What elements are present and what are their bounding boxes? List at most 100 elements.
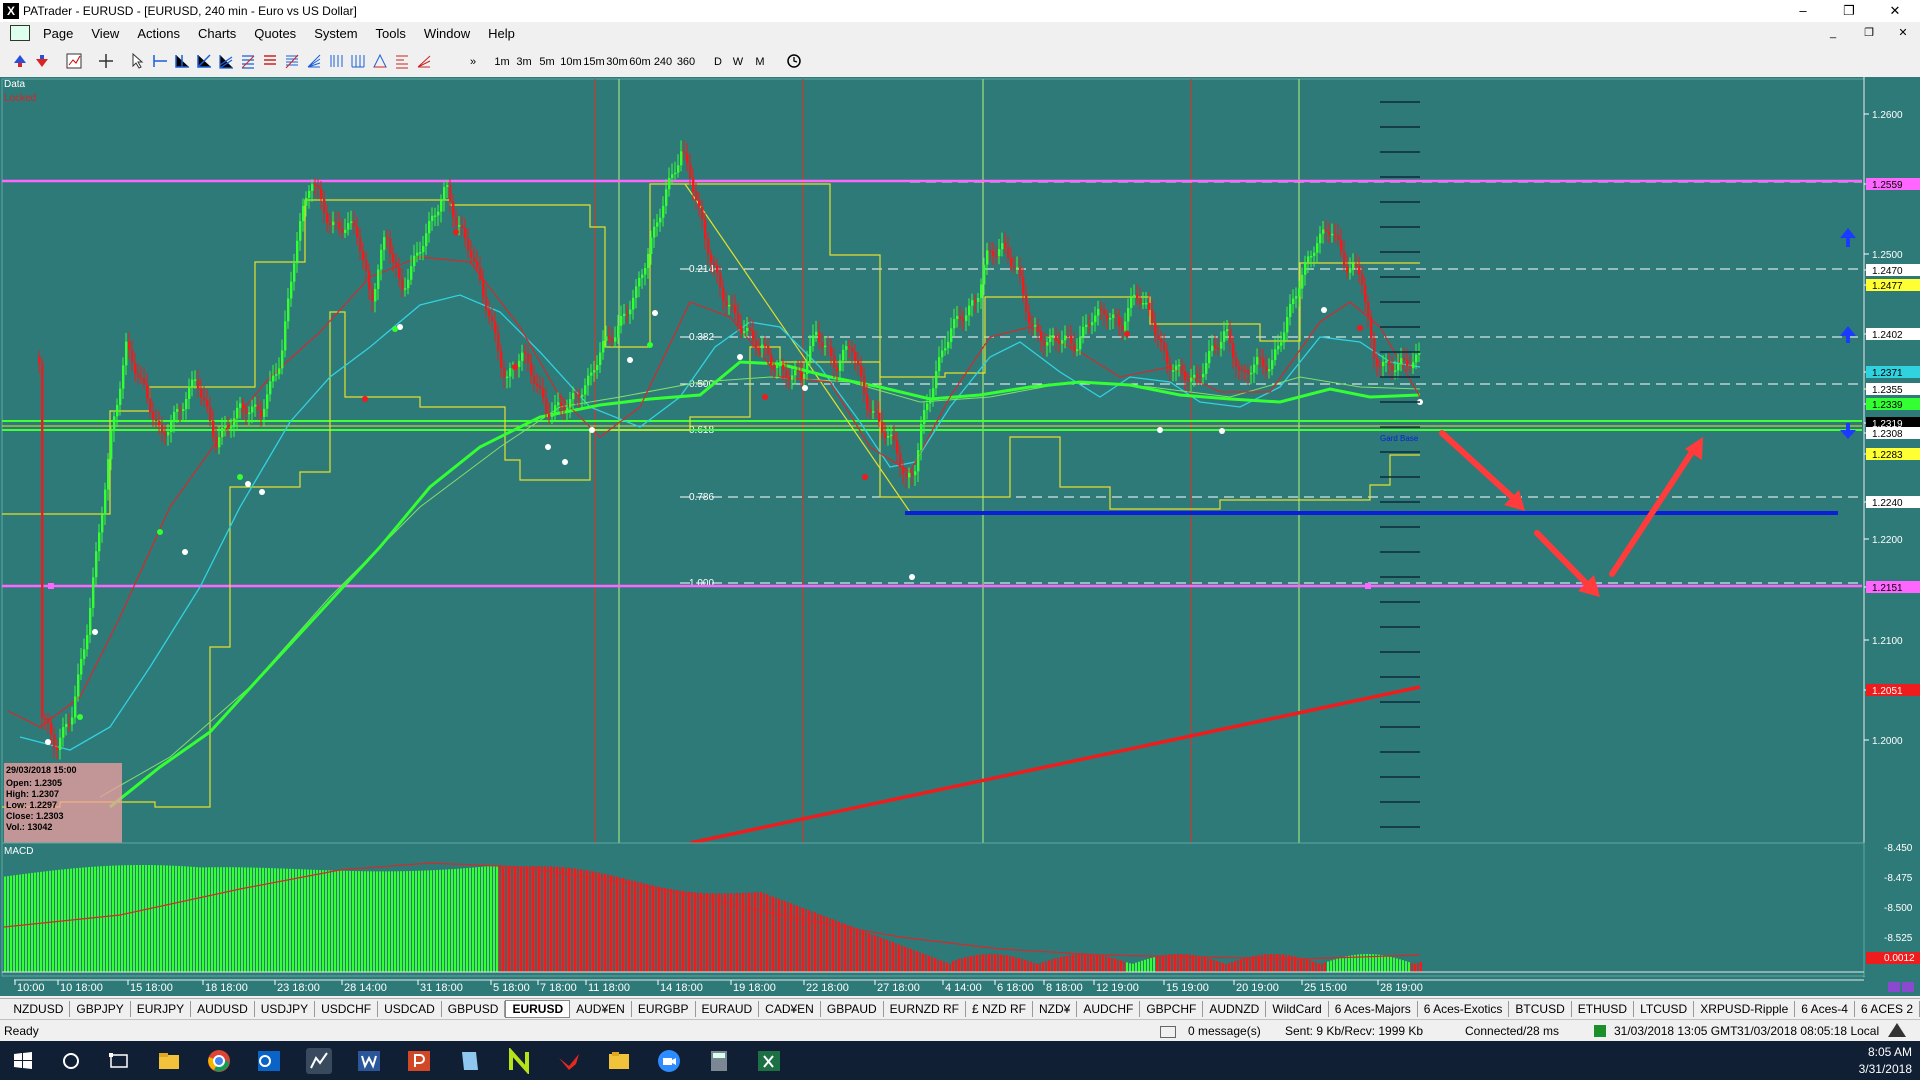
- tab-eurnzd-rf[interactable]: EURNZD RF: [884, 1001, 966, 1017]
- menu-help[interactable]: Help: [479, 26, 524, 41]
- crosshair-icon[interactable]: [98, 53, 114, 69]
- outlook-icon[interactable]: [256, 1048, 282, 1074]
- fib-retracement-icon[interactable]: [262, 53, 278, 69]
- timeframe-60m[interactable]: 60m: [629, 53, 651, 71]
- folder-icon[interactable]: [606, 1048, 632, 1074]
- tab-nzdyen[interactable]: NZD¥: [1033, 1001, 1078, 1017]
- menu-view[interactable]: View: [82, 26, 128, 41]
- tab-6-aces-4[interactable]: 6 Aces-4: [1795, 1001, 1855, 1017]
- mdi-restore-button[interactable]: ❐: [1858, 25, 1880, 41]
- tab-6-aces-majors[interactable]: 6 Aces-Majors: [1329, 1001, 1418, 1017]
- mdi-close-button[interactable]: ✕: [1892, 25, 1914, 41]
- timeframe-30m[interactable]: 30m: [606, 53, 628, 71]
- tab-eurjpy[interactable]: EURJPY: [131, 1001, 192, 1017]
- horizontal-line-icon[interactable]: [152, 53, 168, 69]
- tab-btcusd[interactable]: BTCUSD: [1509, 1001, 1572, 1017]
- tab-gbpjpy[interactable]: GBPJPY: [70, 1001, 131, 1017]
- tab-audusd[interactable]: AUDUSD: [191, 1001, 255, 1017]
- fibonacci-icon[interactable]: [240, 53, 256, 69]
- patrader-icon[interactable]: [306, 1048, 332, 1074]
- excel-icon[interactable]: [756, 1048, 782, 1074]
- status-messages[interactable]: 0 message(s): [1188, 1024, 1261, 1038]
- notepad-icon[interactable]: [456, 1048, 482, 1074]
- mdi-minimize-button[interactable]: _: [1822, 25, 1844, 41]
- tab-audyen[interactable]: AUD¥EN: [570, 1001, 632, 1017]
- line-handle[interactable]: [48, 583, 54, 589]
- andrews-pitchfork-icon[interactable]: [394, 53, 410, 69]
- minimize-button[interactable]: –: [1780, 0, 1826, 22]
- tab-ltcusd[interactable]: LTCUSD: [1634, 1001, 1695, 1017]
- speed-lines-icon[interactable]: [416, 53, 432, 69]
- tab-audchf[interactable]: AUDCHF: [1077, 1001, 1141, 1017]
- word-icon[interactable]: [356, 1048, 382, 1074]
- tab-wildcard[interactable]: WildCard: [1266, 1001, 1329, 1017]
- system-clock[interactable]: 8:05 AM 3/31/2018: [1859, 1044, 1912, 1078]
- tab-audnzd[interactable]: AUDNZD: [1203, 1001, 1267, 1017]
- tab-gbpusd[interactable]: GBPUSD: [442, 1001, 506, 1017]
- tab-gbpaud[interactable]: GBPAUD: [821, 1001, 884, 1017]
- fan-icon[interactable]: [306, 53, 322, 69]
- fib-levels-icon[interactable]: [284, 53, 300, 69]
- vertical-line-icon[interactable]: [174, 53, 190, 69]
- toolbar-more-button[interactable]: »: [466, 53, 480, 71]
- timeframe-3m[interactable]: 3m: [514, 53, 534, 71]
- powerpoint-icon[interactable]: [406, 1048, 432, 1074]
- timeframe-weekly[interactable]: W: [730, 53, 746, 71]
- menu-quotes[interactable]: Quotes: [245, 26, 305, 41]
- timeframe-240[interactable]: 240: [652, 53, 674, 71]
- chart-icon[interactable]: [66, 53, 82, 69]
- gann-icon[interactable]: [372, 53, 388, 69]
- tab-usdchf[interactable]: USDCHF: [315, 1001, 379, 1017]
- tab-gbpnzd-rf[interactable]: £ NZD RF: [966, 1001, 1033, 1017]
- timeframe-monthly[interactable]: M: [752, 53, 768, 71]
- trendline-icon[interactable]: [196, 53, 212, 69]
- tab-usdjpy[interactable]: USDJPY: [255, 1001, 316, 1017]
- sell-icon[interactable]: [34, 53, 50, 69]
- tab-euraud[interactable]: EURAUD: [696, 1001, 760, 1017]
- cursor-icon[interactable]: [130, 53, 146, 69]
- line-handle[interactable]: [1365, 583, 1371, 589]
- timeframe-360[interactable]: 360: [675, 53, 697, 71]
- info-open: Open: 1.2305: [6, 778, 62, 788]
- price-chart[interactable]: -0.2700.2140.3820.5000.6180.7861.000: [0, 77, 1920, 996]
- buy-icon[interactable]: [12, 53, 28, 69]
- menu-actions[interactable]: Actions: [128, 26, 189, 41]
- timeframe-5m[interactable]: 5m: [537, 53, 557, 71]
- tab-xrpusd-ripple[interactable]: XRPUSD-Ripple: [1694, 1001, 1796, 1017]
- close-button[interactable]: ✕: [1872, 0, 1918, 22]
- menu-tools[interactable]: Tools: [367, 26, 415, 41]
- menu-system[interactable]: System: [305, 26, 366, 41]
- tab-ethusd[interactable]: ETHUSD: [1572, 1001, 1635, 1017]
- tab-nzdusd[interactable]: NZDUSD: [7, 1001, 71, 1017]
- chart-area[interactable]: -0.2700.2140.3820.5000.6180.7861.000: [0, 77, 1920, 996]
- channel-icon[interactable]: [218, 53, 234, 69]
- page-menu-icon[interactable]: [10, 25, 30, 41]
- tab-usdcad[interactable]: USDCAD: [378, 1001, 442, 1017]
- timeframe-15m[interactable]: 15m: [583, 53, 605, 71]
- tab-6-aces-2[interactable]: 6 ACES 2: [1855, 1001, 1920, 1017]
- file-explorer-icon[interactable]: [156, 1048, 182, 1074]
- search-icon[interactable]: [58, 1048, 84, 1074]
- zoom-icon[interactable]: [656, 1048, 682, 1074]
- tab-gbpchf[interactable]: GBPCHF: [1140, 1001, 1204, 1017]
- time-zones-icon[interactable]: [328, 53, 344, 69]
- timeframe-10m[interactable]: 10m: [560, 53, 582, 71]
- timeframe-daily[interactable]: D: [710, 53, 726, 71]
- trading-app-icon[interactable]: [556, 1048, 582, 1074]
- tab-eurusd[interactable]: EURUSD: [505, 1000, 571, 1018]
- clock-icon[interactable]: [786, 53, 802, 69]
- menu-page[interactable]: Page: [34, 26, 82, 41]
- tab-cadyen[interactable]: CAD¥EN: [759, 1001, 821, 1017]
- task-view-icon[interactable]: [106, 1048, 132, 1074]
- maximize-button[interactable]: ❐: [1826, 0, 1872, 22]
- cycle-lines-icon[interactable]: [350, 53, 366, 69]
- tab-6-aces-exotics[interactable]: 6 Aces-Exotics: [1418, 1001, 1510, 1017]
- timeframe-1m[interactable]: 1m: [492, 53, 512, 71]
- windows-start-icon[interactable]: [10, 1048, 36, 1074]
- ninjatrader-icon[interactable]: [506, 1048, 532, 1074]
- menu-window[interactable]: Window: [415, 26, 479, 41]
- chrome-icon[interactable]: [206, 1048, 232, 1074]
- menu-charts[interactable]: Charts: [189, 26, 245, 41]
- calculator-icon[interactable]: [706, 1048, 732, 1074]
- tab-eurgbp[interactable]: EURGBP: [632, 1001, 696, 1017]
